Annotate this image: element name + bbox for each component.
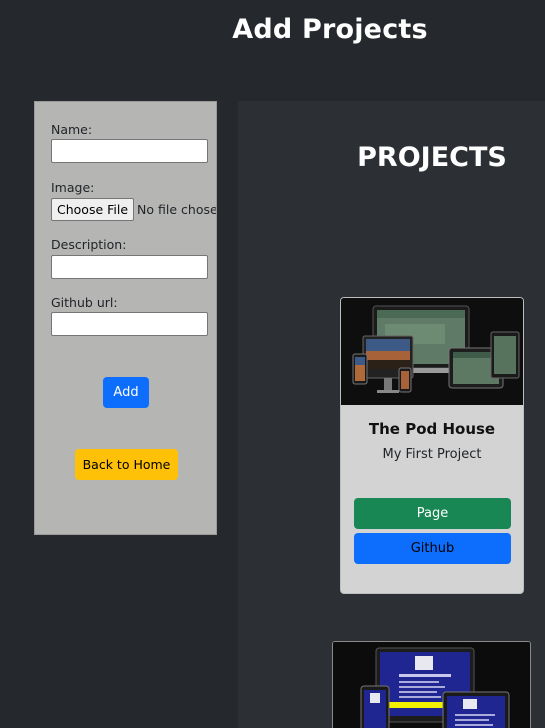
projects-panel: PROJECTS The Pod House My First Project …	[238, 101, 545, 728]
add-project-form: Name: Image: Choose File No file chosen D…	[34, 101, 217, 535]
name-label: Name:	[51, 122, 93, 137]
image-label: Image:	[51, 180, 95, 195]
project-description: My First Project	[382, 447, 482, 462]
add-button[interactable]: Add	[103, 377, 149, 408]
choose-file-button[interactable]: Choose File	[51, 198, 135, 221]
project-card	[332, 641, 531, 728]
back-to-home-button[interactable]: Back to Home	[75, 449, 178, 480]
project-card: The Pod House My First Project Page Gith…	[340, 297, 524, 594]
file-status-text: No file chosen	[137, 202, 217, 217]
github-button[interactable]: Github	[354, 533, 511, 564]
devices-mockup-image	[341, 298, 523, 405]
projects-heading: PROJECTS	[357, 142, 507, 173]
description-input[interactable]	[51, 255, 208, 279]
image-file-input[interactable]: Choose File No file chosen	[51, 198, 217, 221]
description-label: Description:	[51, 237, 127, 252]
project-title: The Pod House	[368, 420, 496, 438]
name-input[interactable]	[51, 139, 208, 163]
page-title: Add Projects	[232, 14, 428, 45]
page-button[interactable]: Page	[354, 498, 511, 529]
devices-mockup-image	[333, 642, 530, 728]
github-url-label: Github url:	[51, 295, 118, 310]
github-url-input[interactable]	[51, 312, 208, 336]
